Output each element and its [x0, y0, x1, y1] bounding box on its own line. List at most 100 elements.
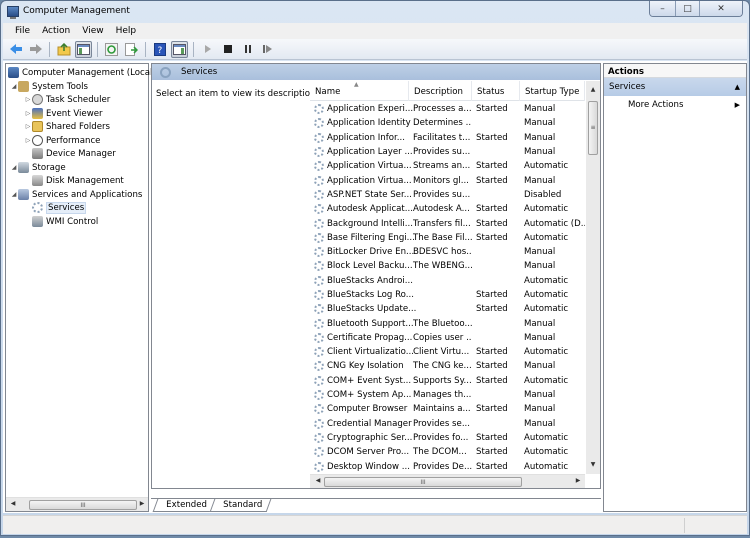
expand-arrow-icon[interactable]: ▷: [24, 123, 32, 130]
table-row[interactable]: BlueStacks Androi... Automatic: [310, 274, 585, 288]
expand-arrow-icon[interactable]: ▷: [24, 110, 32, 117]
tree-item-computer-management-local[interactable]: Computer Management (Local): [8, 66, 156, 79]
tree-item-services[interactable]: Services: [32, 201, 87, 214]
up-one-level-button[interactable]: [55, 41, 72, 58]
service-description-cell: BDESVC hos...: [413, 247, 472, 258]
column-header-description[interactable]: Description: [409, 81, 472, 101]
minimize-button[interactable]: –: [650, 1, 675, 16]
tree-item-disk-management[interactable]: Disk Management: [32, 174, 124, 187]
forward-button[interactable]: [27, 41, 44, 58]
table-row[interactable]: COM+ Event Syst... Supports Sy... Started A…: [310, 374, 585, 388]
services-horizontal-scrollbar[interactable]: ◀ III ▶: [310, 474, 585, 488]
table-row[interactable]: Application Virtua... Monitors gl... Start…: [310, 173, 585, 187]
table-row[interactable]: Application Virtua... Streams an... Starte…: [310, 159, 585, 173]
table-row[interactable]: Base Filtering Engi... The Base Fil... Sta…: [310, 231, 585, 245]
service-name: Background Intelli...: [327, 218, 413, 229]
collapse-up-icon[interactable]: ▲: [735, 83, 740, 91]
table-row[interactable]: ASP.NET State Ser... Provides su... Disabl…: [310, 188, 585, 202]
tree-item-wmi-control[interactable]: WMI Control: [32, 215, 98, 228]
menu-action[interactable]: Action: [36, 26, 76, 36]
expand-arrow-icon[interactable]: ▷: [24, 96, 32, 103]
scroll-left-icon[interactable]: ◀: [313, 477, 323, 484]
service-startup-type-cell: Manual: [524, 332, 556, 343]
table-row[interactable]: Background Intelli... Transfers fil... Sta…: [310, 216, 585, 230]
table-row[interactable]: BlueStacks Log Ro... Started Automatic: [310, 288, 585, 302]
column-header-status[interactable]: Status: [472, 81, 520, 101]
table-row[interactable]: Computer Browser Maintains a... Started Man…: [310, 402, 585, 416]
tree-item-storage[interactable]: ◢ Storage: [10, 161, 66, 174]
action-pane-icon: [173, 43, 186, 55]
service-startup-type-cell: Disabled: [524, 189, 562, 200]
help-button[interactable]: ?: [151, 41, 168, 58]
table-row[interactable]: COM+ System Ap... Manages th... Manual: [310, 388, 585, 402]
tree-item-performance[interactable]: ▷ Performance: [24, 134, 100, 147]
table-row[interactable]: Certificate Propag... Copies user ... Manu…: [310, 331, 585, 345]
service-name: ASP.NET State Ser...: [327, 189, 412, 200]
scroll-thumb[interactable]: III: [29, 500, 137, 510]
show-hide-action-pane-button[interactable]: [171, 40, 188, 58]
table-row[interactable]: BitLocker Drive En... BDESVC hos... Manual: [310, 245, 585, 259]
export-list-button[interactable]: [123, 41, 140, 58]
table-row[interactable]: Autodesk Applicat... Autodesk A... Started…: [310, 202, 585, 216]
service-gear-icon: [314, 375, 324, 386]
tree-item-device-manager[interactable]: Device Manager: [32, 147, 116, 160]
restart-service-button[interactable]: [259, 41, 276, 58]
table-row[interactable]: Application Identity Determines ... Manual: [310, 116, 585, 130]
service-gear-icon: [314, 447, 324, 458]
collapse-arrow-icon[interactable]: ◢: [10, 164, 18, 171]
table-row[interactable]: Block Level Backu... The WBENG... Manual: [310, 259, 585, 273]
scroll-up-icon[interactable]: ▲: [586, 86, 600, 93]
start-service-button[interactable]: [199, 41, 216, 58]
expand-arrow-icon[interactable]: ▷: [24, 137, 32, 144]
pause-service-button[interactable]: [239, 41, 256, 58]
back-button[interactable]: [7, 41, 24, 58]
table-row[interactable]: Application Layer ... Provides su... Manua…: [310, 145, 585, 159]
menu-file[interactable]: File: [9, 26, 36, 36]
scroll-down-icon[interactable]: ▼: [586, 461, 600, 468]
table-row[interactable]: DCOM Server Pro... The DCOM... Started Auto…: [310, 445, 585, 459]
menu-help[interactable]: Help: [110, 26, 143, 36]
menu-view[interactable]: View: [76, 26, 109, 36]
maximize-button[interactable]: □: [675, 1, 699, 16]
tree-item-system-tools[interactable]: ◢ System Tools: [10, 80, 88, 93]
tree-item-services-and-applications[interactable]: ◢ Services and Applications: [10, 188, 142, 201]
tree-item-event-viewer[interactable]: ▷ Event Viewer: [24, 107, 103, 120]
table-row[interactable]: Cryptographic Ser... Provides fo... Starte…: [310, 431, 585, 445]
scroll-thumb[interactable]: ≡: [588, 101, 598, 155]
tree-item-shared-folders[interactable]: ▷ Shared Folders: [24, 120, 110, 133]
scroll-right-icon[interactable]: ▶: [573, 477, 583, 484]
actions-pane: Actions Services ▲ More Actions ▶: [603, 63, 747, 512]
service-startup-type-cell: Manual: [524, 261, 556, 272]
column-header-name[interactable]: ▲ Name: [310, 81, 409, 101]
close-button[interactable]: ✕: [699, 1, 742, 16]
table-row[interactable]: BlueStacks Update... Started Automatic: [310, 302, 585, 316]
tree-item-task-scheduler[interactable]: ▷ Task Scheduler: [24, 93, 110, 106]
table-row[interactable]: Bluetooth Support... The Bluetoo... Manual: [310, 316, 585, 330]
service-name-cell: BlueStacks Androi...: [310, 275, 413, 286]
more-actions-link[interactable]: More Actions ▶: [604, 96, 746, 114]
table-row[interactable]: Client Virtualizatio... Client Virtu... St…: [310, 345, 585, 359]
table-row[interactable]: Desktop Window ... Provides De... Started A…: [310, 459, 585, 473]
tab-standard[interactable]: Standard: [209, 499, 272, 512]
tab-extended[interactable]: Extended: [152, 499, 217, 512]
stop-service-button[interactable]: [219, 41, 236, 58]
scroll-thumb[interactable]: III: [324, 477, 522, 487]
service-name: Computer Browser: [327, 404, 408, 415]
refresh-button[interactable]: [103, 41, 120, 58]
scroll-left-icon[interactable]: ◀: [8, 500, 18, 507]
service-gear-icon: [314, 318, 324, 329]
table-row[interactable]: Application Infor... Facilitates t... Star…: [310, 131, 585, 145]
submenu-arrow-icon: ▶: [734, 101, 740, 109]
actions-section-services[interactable]: Services ▲: [604, 78, 746, 96]
table-row[interactable]: CNG Key Isolation The CNG ke... Started Man…: [310, 359, 585, 373]
column-header-startup-type[interactable]: Startup Type: [520, 81, 585, 101]
table-row[interactable]: Credential Manager Provides se... Manual: [310, 417, 585, 431]
services-vertical-scrollbar[interactable]: ▲ ≡ ▼: [586, 81, 600, 474]
table-row[interactable]: Application Experi... Processes a... Start…: [310, 102, 585, 116]
collapse-arrow-icon[interactable]: ◢: [10, 83, 18, 90]
tree-horizontal-scrollbar[interactable]: ◀ III ▶: [6, 497, 148, 511]
collapse-arrow-icon[interactable]: ◢: [10, 191, 18, 198]
service-status-cell: Started: [476, 304, 508, 315]
scroll-right-icon[interactable]: ▶: [137, 500, 147, 507]
show-hide-console-tree-button[interactable]: [75, 40, 92, 58]
